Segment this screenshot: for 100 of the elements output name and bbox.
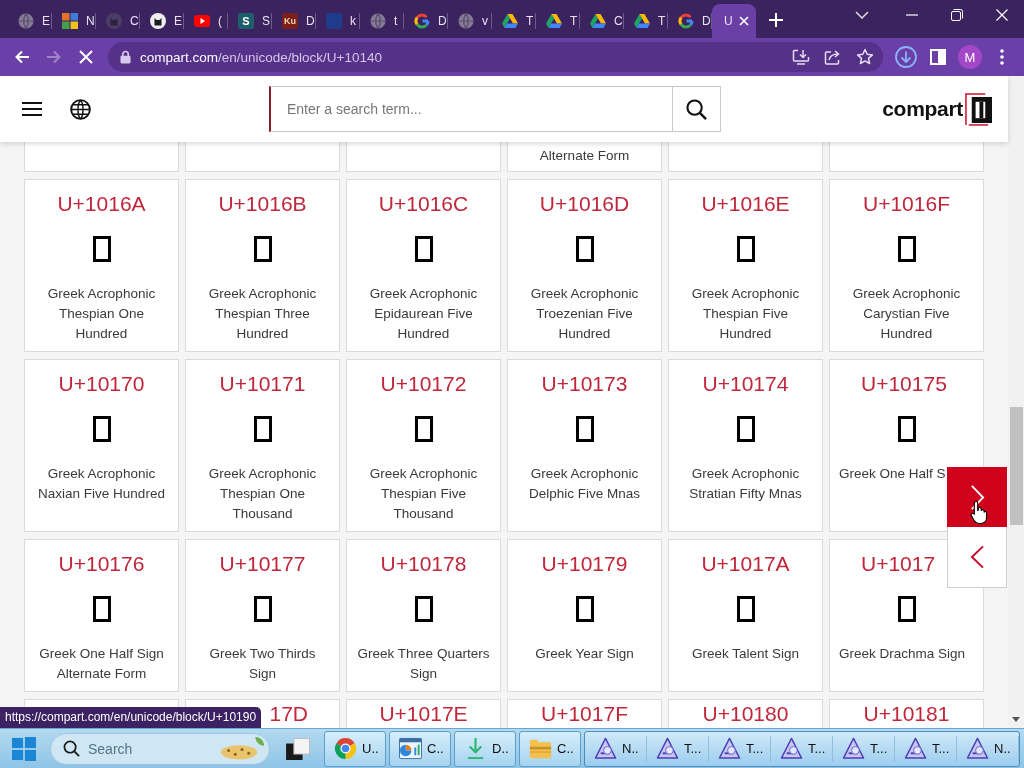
globe-icon xyxy=(18,13,34,29)
character-code: U+1016F xyxy=(863,191,950,217)
taskbar-app-button[interactable]: C.. xyxy=(389,730,451,767)
character-card[interactable]: U+10172 Greek Acrophonic Thespian Five Thousand xyxy=(346,359,501,532)
character-code: U+10175 xyxy=(861,371,947,397)
character-name: Greek Talent Sign xyxy=(691,645,800,663)
character-card[interactable]: U+1017 Greek Drachma Sign xyxy=(829,539,984,692)
character-code: U+10170 xyxy=(58,371,145,397)
tricolor-circle-icon xyxy=(334,737,357,760)
scroll-down-arrow-icon[interactable] xyxy=(1012,717,1020,722)
search-field[interactable]: Enter a search term... xyxy=(269,86,673,132)
character-card[interactable]: U+10174 Greek Acrophonic Stratian Fifty Mnas xyxy=(668,359,823,532)
character-card[interactable]: U+10178 Greek Three Quarters Sign xyxy=(346,539,501,692)
character-code: U+1016B xyxy=(218,191,307,217)
cat-circle-icon xyxy=(150,13,166,29)
character-card[interactable]: U+1016D Greek Acrophonic Troezenian Five Hundred xyxy=(507,179,662,352)
missing-glyph-icon xyxy=(414,416,433,442)
character-name: Greek Acrophonic Thespian Five Thousand xyxy=(368,465,479,523)
character-card[interactable]: U+10177 Greek Two Thirds Sign xyxy=(185,539,340,692)
character-card[interactable]: U+1016A Greek Acrophonic Thespian One Hundred xyxy=(24,179,179,352)
character-card[interactable]: U+10171 Greek Acrophonic Thespian One Thousand xyxy=(185,359,340,532)
triangle-app-icon xyxy=(842,737,865,760)
missing-glyph-icon xyxy=(575,416,594,442)
triangle-app-icon xyxy=(780,737,803,760)
scrollbar-thumb[interactable] xyxy=(1009,407,1023,525)
language-button[interactable] xyxy=(70,98,91,120)
site-logo: S xyxy=(238,13,254,29)
side-panel-icon xyxy=(930,49,946,65)
cat-circle-icon xyxy=(106,13,122,29)
profile-avatar[interactable]: M xyxy=(958,45,982,69)
character-card[interactable]: U+1017F xyxy=(507,699,662,728)
triangle-app-icon xyxy=(904,737,927,760)
character-card[interactable]: U+1017A Greek Talent Sign xyxy=(668,539,823,692)
missing-glyph-icon xyxy=(253,596,272,622)
color-blocks-icon xyxy=(62,13,78,29)
chevron-down-icon xyxy=(855,11,869,19)
menu-icon xyxy=(22,101,42,117)
character-code: U+10181 xyxy=(863,701,950,727)
character-code: U+10180 xyxy=(702,701,789,727)
missing-glyph-icon xyxy=(736,596,755,622)
character-card[interactable]: U+10176 Greek One Half Sign Alternate Form xyxy=(24,539,179,692)
taskbar-app-button[interactable]: U.. xyxy=(324,730,386,767)
character-card[interactable]: U+1016C Greek Acrophonic Epidaurean Five Hundred xyxy=(346,179,501,352)
lock-icon xyxy=(120,50,131,64)
missing-glyph-icon xyxy=(736,236,755,262)
character-code: U+10177 xyxy=(219,551,306,577)
character-name: Greek One Half S xyxy=(839,465,946,483)
character-name: Greek Acrophonic Stratian Fifty Mnas xyxy=(688,465,803,503)
character-card[interactable]: Alternate Form xyxy=(507,142,662,172)
search-input[interactable]: Search xyxy=(88,736,211,761)
character-card[interactable]: U+10170 Greek Acrophonic Naxian Five Hundred xyxy=(24,359,179,532)
missing-glyph-icon xyxy=(414,236,433,262)
spotted-oval-illustration xyxy=(219,736,265,761)
browser-tab[interactable]: U xyxy=(712,4,756,38)
search-button[interactable] xyxy=(673,86,721,132)
download-circle-icon xyxy=(895,46,917,68)
character-code: U+1017F xyxy=(541,701,628,727)
character-card[interactable]: U+10179 Greek Year Sign xyxy=(507,539,662,692)
character-card[interactable]: U+1016B Greek Acrophonic Thespian Three Hundred xyxy=(185,179,340,352)
missing-glyph-icon xyxy=(92,236,111,262)
character-card[interactable]: U+10181 xyxy=(829,699,984,728)
character-code: U+1016D xyxy=(539,191,630,217)
taskbar-app-button[interactable]: C.. xyxy=(519,730,581,767)
character-code: U+10171 xyxy=(219,371,306,397)
character-card[interactable]: U+10175 Greek One Half S xyxy=(829,359,984,532)
missing-glyph-icon xyxy=(92,416,111,442)
taskbar-app-button[interactable]: D.. xyxy=(454,730,516,767)
hand-cursor-icon xyxy=(970,500,988,525)
missing-glyph-icon xyxy=(575,236,594,262)
character-card[interactable]: U+1016E Greek Acrophonic Thespian Five Hundred xyxy=(668,179,823,352)
address-bar[interactable]: compart.com/en/unicode/block/U+10140 xyxy=(108,42,883,72)
menu-button[interactable] xyxy=(22,101,42,117)
missing-glyph-icon xyxy=(897,236,916,262)
character-card[interactable]: U+10173 Greek Acrophonic Delphic Five Mnas xyxy=(507,359,662,532)
next-page-button[interactable] xyxy=(947,467,1007,527)
kebab-menu-icon xyxy=(1000,49,1004,65)
missing-glyph-icon xyxy=(897,596,916,622)
triangle-app-icon xyxy=(966,737,989,760)
character-name: Greek Acrophonic Delphic Five Mnas xyxy=(527,465,641,503)
character-card[interactable]: U+1016F Greek Acrophonic Carystian Five Hundred xyxy=(829,179,984,352)
globe-icon xyxy=(70,98,91,120)
character-code: U+10179 xyxy=(541,551,628,577)
close-icon xyxy=(995,9,1008,21)
character-card[interactable]: U+1017E xyxy=(346,699,501,728)
logo-mark xyxy=(965,92,992,126)
task-view-icon xyxy=(286,737,310,760)
taskbar-search-field[interactable]: Search xyxy=(50,732,270,765)
globe-icon xyxy=(458,13,474,29)
link-url-tooltip: https://compart.com/en/unicode/block/U+10190 xyxy=(0,707,262,728)
minimize-icon xyxy=(905,14,918,16)
character-card[interactable]: U+10180 xyxy=(668,699,823,728)
url-text: compart.com/en/unicode/block/U+10140 xyxy=(140,49,383,65)
scrollbar[interactable] xyxy=(1008,76,1024,728)
multicolor-ring-icon xyxy=(414,13,430,29)
close-icon xyxy=(79,50,93,64)
close-icon[interactable] xyxy=(738,16,749,26)
character-code: U+10172 xyxy=(380,371,467,397)
character-name: Greek One Half Sign Alternate Form xyxy=(38,645,165,683)
character-code: U+10176 xyxy=(58,551,145,577)
character-code: 17D xyxy=(269,701,308,727)
